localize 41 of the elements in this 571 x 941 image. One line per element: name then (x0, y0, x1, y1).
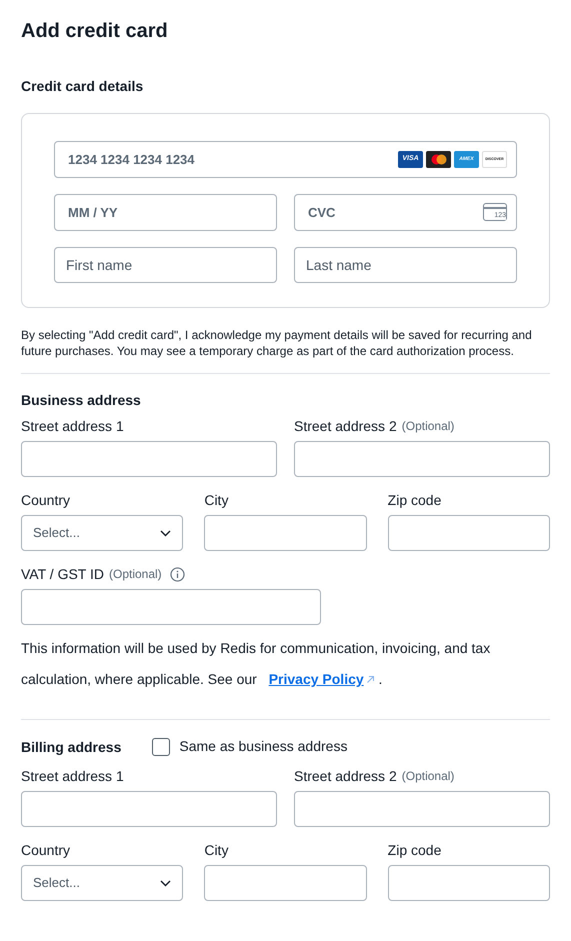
optional-note: (Optional) (108, 566, 162, 583)
field-label: VAT / GST ID (21, 565, 104, 583)
text-field[interactable] (21, 791, 277, 827)
field-label: Zip code (388, 841, 442, 859)
field-label: City (204, 841, 228, 859)
text-field[interactable] (204, 515, 367, 551)
text-field[interactable] (204, 865, 367, 901)
field-label: City (204, 491, 228, 509)
last-name-field[interactable]: Last name (294, 247, 517, 283)
same-address-checkbox[interactable]: Same as business address (152, 736, 348, 757)
text-field[interactable] (388, 515, 550, 551)
country-dropdown[interactable]: Select... (21, 515, 184, 551)
chevron-down-icon (160, 880, 172, 886)
field-label: Street address 2 (294, 767, 397, 785)
optional-note: (Optional) (402, 418, 454, 435)
text-field[interactable] (388, 865, 550, 901)
text-field[interactable] (294, 791, 550, 827)
two-circles-card-icon (426, 151, 451, 168)
external-link-icon (366, 675, 375, 684)
text-field[interactable] (21, 589, 321, 625)
privacy-policy-link[interactable]: Privacy Policy (268, 664, 375, 695)
field-label: Street address 1 (21, 417, 124, 435)
text-field[interactable] (21, 441, 277, 477)
section-heading: Credit card details (21, 77, 144, 95)
field-label: Zip code (388, 491, 442, 509)
field-label: Country (21, 491, 70, 509)
first-name-field[interactable]: First name (54, 247, 277, 283)
page-title: Add credit card (21, 19, 169, 44)
field-label: Country (21, 841, 70, 859)
expiry-field[interactable]: MM / YY (54, 194, 277, 231)
country-dropdown[interactable]: Select... (21, 865, 184, 901)
info-icon[interactable] (170, 566, 185, 582)
privacy-notice: This information will be used by Redis for communication, invoicing, and tax calculation, where applicable. See our Privacy Policy . (21, 633, 550, 695)
optional-note: (Optional) (402, 768, 454, 785)
section-heading: Business address (21, 391, 142, 409)
field-label: Street address 2 (294, 417, 397, 435)
disclaimer-text: By selecting "Add credit card", I acknowledge my payment details will be saved for recurring and future purchases. You may see a temporary charge as part of the card authorization process. (21, 327, 533, 359)
chevron-down-icon (160, 530, 172, 536)
section-heading: Billing address (21, 738, 122, 756)
field-label: Street address 1 (21, 767, 124, 785)
text-field[interactable] (294, 441, 550, 477)
